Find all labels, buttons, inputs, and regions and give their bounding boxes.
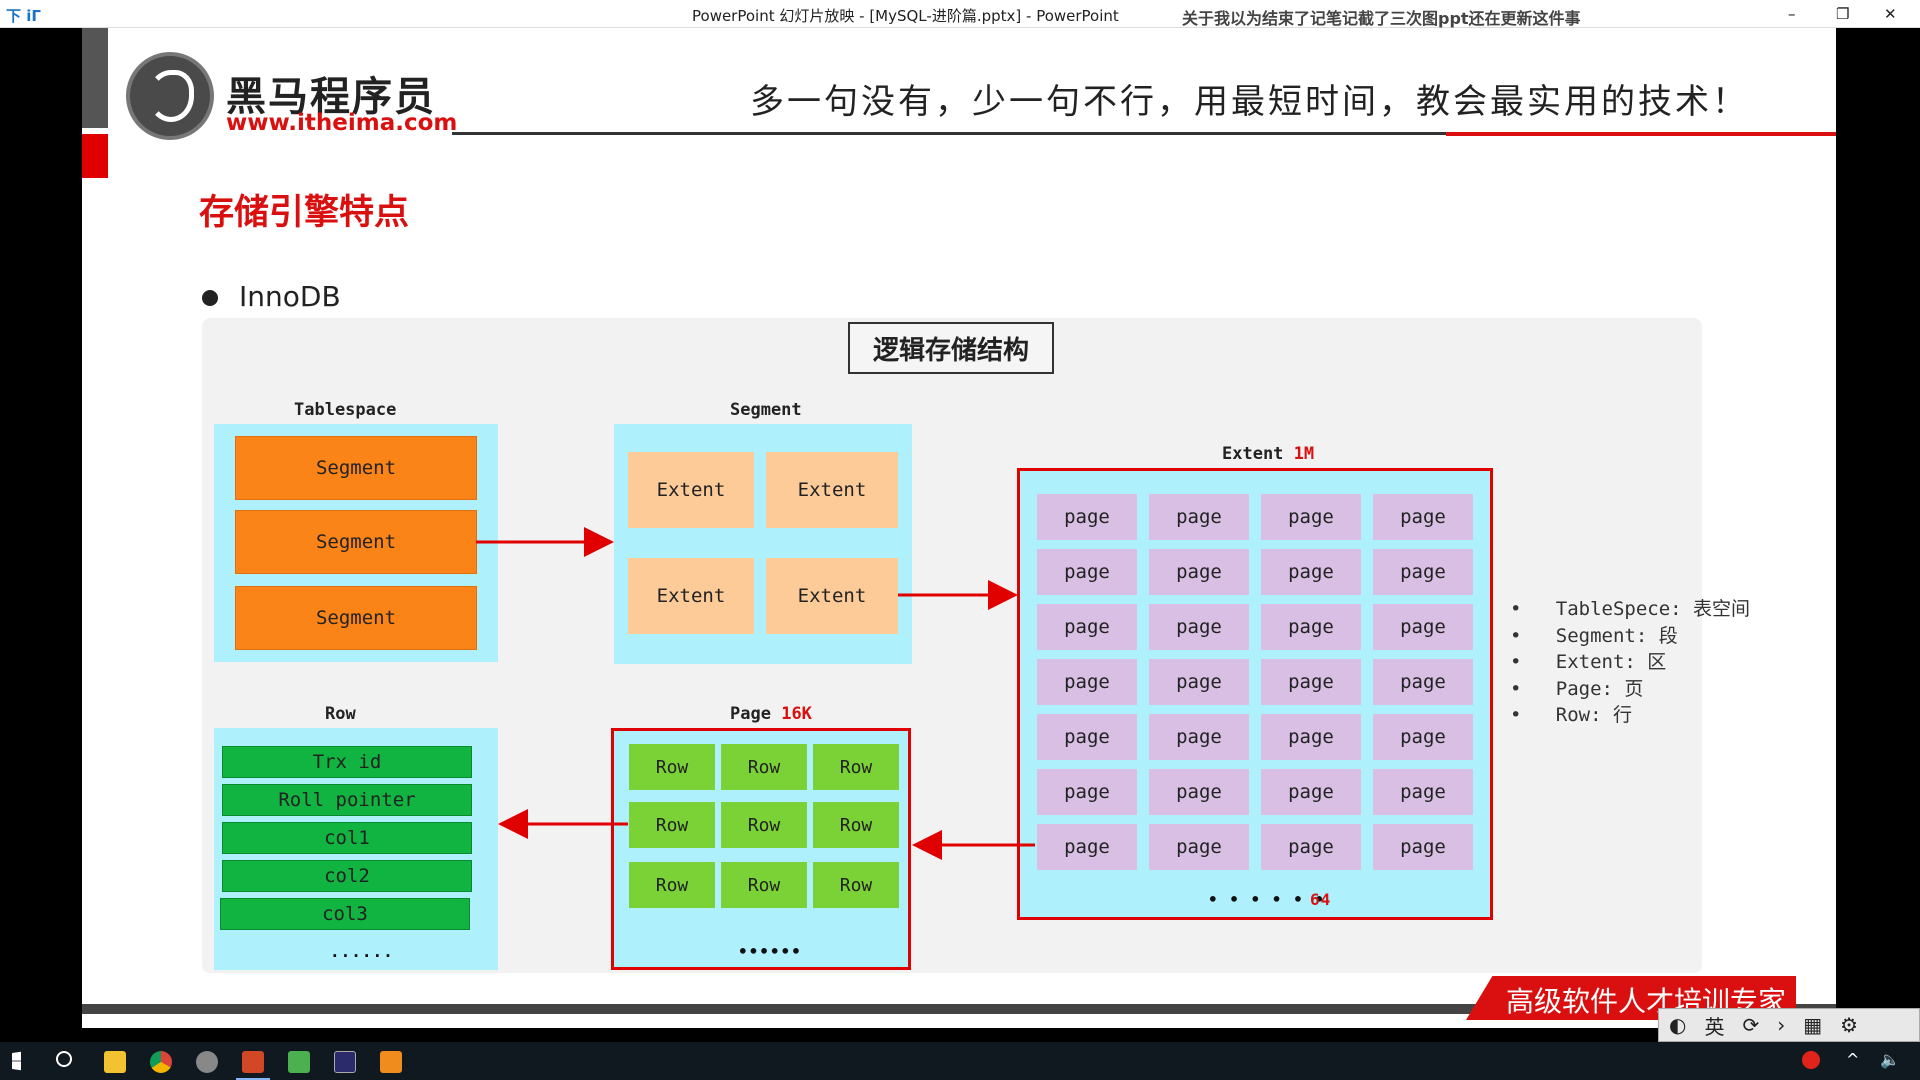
slide-canvas: 黑马程序员 www.itheima.com 多一句没有，少一句不行，用最短时间，… [82,28,1836,1028]
chrome-icon[interactable] [150,1051,172,1073]
legend-item-page: • Page: 页 [1510,678,1644,700]
start-windows-icon[interactable] [12,1051,21,1071]
ime-refresh-icon[interactable]: ⟳ [1742,1013,1759,1037]
ime-settings-icon[interactable]: ⚙ [1840,1013,1858,1037]
search-icon[interactable] [56,1051,72,1067]
restore-button[interactable]: ❐ [1836,5,1849,23]
minimize-button[interactable]: – [1788,5,1796,23]
close-button[interactable]: ✕ [1884,5,1897,23]
volume-icon[interactable]: 🔈 [1880,1050,1900,1069]
legend-item-tablespace: • TableSpece: 表空间 [1510,598,1751,620]
overlay-caption: 关于我以为结束了记笔记截了三次图ppt还在更新这件事 [1182,9,1581,28]
sogou-icon[interactable] [1802,1051,1820,1069]
ime-next-icon[interactable]: › [1777,1013,1785,1037]
legend-item-segment: • Segment: 段 [1510,625,1678,647]
window-title: PowerPoint 幻灯片放映 - [MySQL-进阶篇.pptx] - Po… [692,7,1119,25]
app-icon[interactable] [196,1051,218,1073]
file-explorer-icon[interactable] [104,1051,126,1073]
ime-toolbar[interactable]: ◐ 英 ⟳ › ▦ ⚙ [1658,1008,1920,1042]
legend-item-row: • Row: 行 [1510,704,1632,726]
taskbar: ^ 🔈 [0,1042,1920,1080]
window-titlebar: 下 iΓ PowerPoint 幻灯片放映 - [MySQL-进阶篇.pptx]… [0,0,1920,28]
ide-icon[interactable] [334,1051,356,1073]
notepad-icon[interactable] [288,1051,310,1073]
diagram-arrows [476,527,1035,860]
powerpoint-icon[interactable] [242,1051,264,1073]
ime-logo-icon[interactable]: ◐ [1669,1013,1686,1037]
ime-language-toggle[interactable]: 英 [1704,1011,1724,1040]
titlebar-app-icons[interactable]: 下 iΓ [6,5,41,26]
tray-chevron-icon[interactable]: ^ [1846,1050,1859,1069]
ime-keyboard-icon[interactable]: ▦ [1803,1013,1822,1037]
legend-item-extent: • Extent: 区 [1510,651,1667,673]
media-icon[interactable] [380,1051,402,1073]
